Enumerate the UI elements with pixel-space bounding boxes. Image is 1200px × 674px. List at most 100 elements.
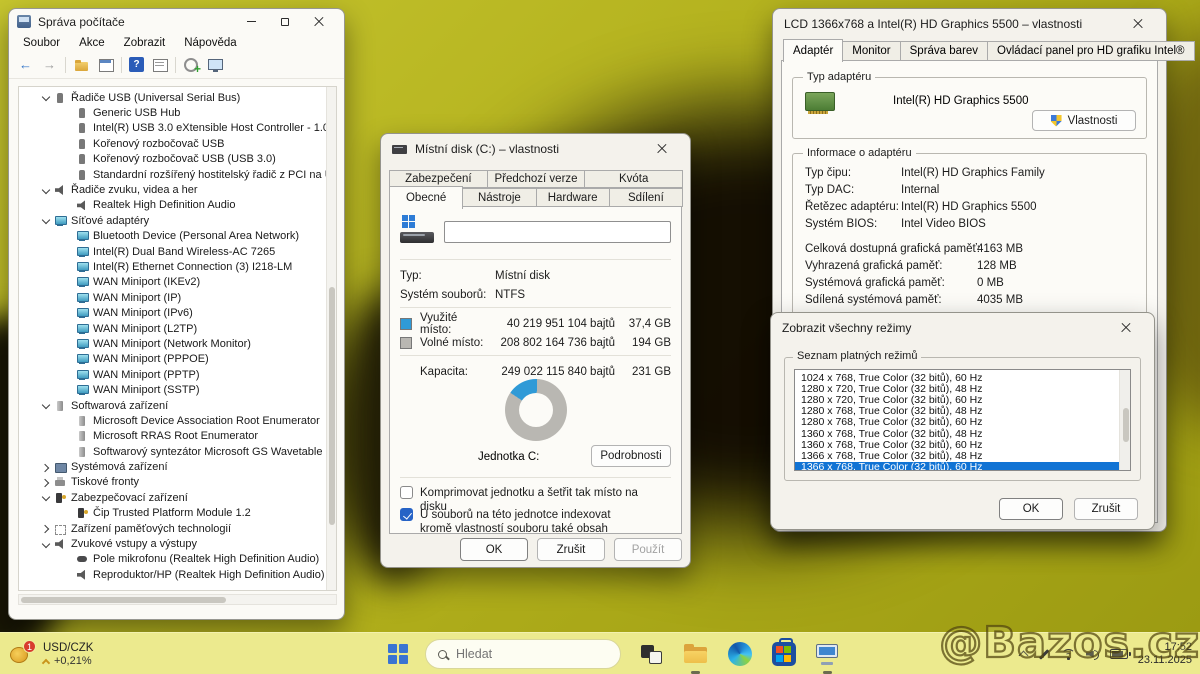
- tab[interactable]: Ovládací panel pro HD grafiku Intel®: [987, 41, 1194, 61]
- export-icon[interactable]: [73, 56, 90, 73]
- vertical-scrollbar[interactable]: [326, 87, 336, 590]
- maximize-button[interactable]: [268, 12, 302, 32]
- chevron-icon[interactable]: [39, 183, 54, 198]
- volume-label-input[interactable]: [444, 221, 671, 243]
- scrollbar-thumb[interactable]: [329, 287, 335, 525]
- compress-checkbox[interactable]: [400, 486, 413, 499]
- edge-button[interactable]: [726, 641, 753, 668]
- start-button[interactable]: [388, 644, 408, 664]
- tree-item[interactable]: Pole mikrofonu (Realtek High Definition …: [19, 552, 336, 567]
- close-button[interactable]: [302, 12, 336, 32]
- tree-item[interactable]: Systémová zařízení: [19, 459, 336, 474]
- tree-item[interactable]: Microsoft Device Association Root Enumer…: [19, 413, 336, 428]
- pen-icon[interactable]: [1037, 647, 1051, 661]
- tree-item[interactable]: Softwarový syntezátor Microsoft GS Wavet…: [19, 444, 336, 459]
- tree-item[interactable]: WAN Miniport (PPTP): [19, 367, 336, 382]
- hidden-icons-chevron-icon[interactable]: [1018, 651, 1028, 661]
- tree-item[interactable]: WAN Miniport (L2TP): [19, 321, 336, 336]
- mode-option[interactable]: 1024 x 768, True Color (32 bitů), 60 Hz: [795, 372, 1130, 383]
- tree-item[interactable]: Řadiče USB (Universal Serial Bus): [19, 90, 336, 105]
- ok-button[interactable]: OK: [999, 498, 1063, 520]
- chevron-icon[interactable]: [39, 460, 54, 475]
- tree-item[interactable]: WAN Miniport (IPv6): [19, 305, 336, 320]
- apply-button[interactable]: Použít: [614, 538, 682, 561]
- index-checkbox[interactable]: [400, 508, 413, 521]
- tree-item[interactable]: Realtek High Definition Audio: [19, 198, 336, 213]
- title-bar[interactable]: Místní disk (C:) – vlastnosti: [381, 134, 690, 164]
- details-button[interactable]: Podrobnosti: [591, 445, 671, 467]
- menu-help[interactable]: Nápověda: [184, 37, 236, 49]
- wifi-icon[interactable]: [1061, 649, 1076, 660]
- menu-file[interactable]: Soubor: [23, 37, 60, 49]
- tab[interactable]: Nástroje: [462, 188, 536, 207]
- chevron-icon[interactable]: [39, 475, 54, 490]
- tree-item[interactable]: Reproduktor/HP (Realtek High Definition …: [19, 567, 336, 582]
- computer-management-taskbar-button[interactable]: [814, 641, 841, 668]
- search-box[interactable]: [425, 639, 621, 669]
- search-input[interactable]: [456, 647, 586, 661]
- close-button[interactable]: [1109, 318, 1143, 338]
- tab[interactable]: Monitor: [842, 41, 900, 61]
- list-view-icon[interactable]: [151, 56, 168, 73]
- mode-option[interactable]: 1280 x 768, True Color (32 bitů), 60 Hz: [795, 417, 1130, 428]
- tree-item[interactable]: Zvukové vstupy a výstupy: [19, 536, 336, 551]
- horizontal-scrollbar[interactable]: [18, 594, 337, 605]
- tree-item[interactable]: Kořenový rozbočovač USB (USB 3.0): [19, 152, 336, 167]
- close-button[interactable]: [1121, 14, 1155, 34]
- properties-button[interactable]: Vlastnosti: [1032, 110, 1136, 131]
- mode-option[interactable]: 1280 x 768, True Color (32 bitů), 48 Hz: [795, 406, 1130, 417]
- mode-option[interactable]: 1360 x 768, True Color (32 bitů), 60 Hz: [795, 439, 1130, 450]
- minimize-button[interactable]: [234, 12, 268, 32]
- chevron-icon[interactable]: [39, 398, 54, 413]
- tree-item[interactable]: Standardní rozšířený hostitelský řadič z…: [19, 167, 336, 182]
- forward-icon[interactable]: →: [41, 56, 58, 73]
- menu-view[interactable]: Zobrazit: [124, 37, 166, 49]
- tree-item[interactable]: Síťové adaptéry: [19, 213, 336, 228]
- tree-item[interactable]: Intel(R) Ethernet Connection (3) I218-LM: [19, 259, 336, 274]
- back-icon[interactable]: ←: [17, 56, 34, 73]
- tree-item[interactable]: WAN Miniport (PPPOE): [19, 352, 336, 367]
- tree-item[interactable]: Tiskové fronty: [19, 475, 336, 490]
- tree-item[interactable]: Kořenový rozbočovač USB: [19, 136, 336, 151]
- mode-option[interactable]: 1366 x 768, True Color (32 bitů), 48 Hz: [795, 450, 1130, 461]
- tab[interactable]: Kvóta: [584, 170, 683, 188]
- chevron-icon[interactable]: [39, 537, 54, 552]
- tree-item[interactable]: Řadiče zvuku, videa a her: [19, 182, 336, 197]
- task-view-button[interactable]: [638, 641, 665, 668]
- tree-item[interactable]: Intel(R) Dual Band Wireless-AC 7265: [19, 244, 336, 259]
- widgets-button[interactable]: 1 USD/CZK +0,21%: [10, 637, 93, 671]
- store-button[interactable]: [770, 641, 797, 668]
- title-bar[interactable]: LCD 1366x768 a Intel(R) HD Graphics 5500…: [773, 9, 1166, 39]
- remote-desktop-icon[interactable]: [207, 56, 224, 73]
- mode-option[interactable]: 1360 x 768, True Color (32 bitů), 48 Hz: [795, 428, 1130, 439]
- chevron-icon[interactable]: [39, 521, 54, 536]
- chevron-icon[interactable]: [39, 490, 54, 505]
- battery-icon[interactable]: [1110, 649, 1128, 659]
- tree-item[interactable]: WAN Miniport (IKEv2): [19, 275, 336, 290]
- scan-hardware-icon[interactable]: [183, 56, 200, 73]
- chevron-icon[interactable]: [39, 90, 54, 105]
- scrollbar-thumb[interactable]: [21, 597, 226, 603]
- tab[interactable]: Hardware: [536, 188, 610, 207]
- title-bar[interactable]: Správa počítače: [9, 9, 344, 34]
- help-icon[interactable]: ?: [129, 57, 144, 72]
- tab[interactable]: Správa barev: [900, 41, 988, 61]
- mode-option[interactable]: 1280 x 720, True Color (32 bitů), 60 Hz: [795, 394, 1130, 405]
- tab[interactable]: Sdílení: [609, 188, 683, 207]
- mode-option[interactable]: 1280 x 720, True Color (32 bitů), 48 Hz: [795, 383, 1130, 394]
- tab[interactable]: Adaptér: [783, 39, 843, 62]
- tree-item[interactable]: Bluetooth Device (Personal Area Network): [19, 229, 336, 244]
- close-button[interactable]: [645, 139, 679, 159]
- vertical-scrollbar[interactable]: [1119, 370, 1130, 470]
- file-explorer-button[interactable]: [682, 641, 709, 668]
- tab[interactable]: Obecné: [389, 186, 463, 209]
- tree-item[interactable]: WAN Miniport (Network Monitor): [19, 336, 336, 351]
- cancel-button[interactable]: Zrušit: [537, 538, 605, 561]
- tree-item[interactable]: WAN Miniport (SSTP): [19, 382, 336, 397]
- console-window-icon[interactable]: [97, 56, 114, 73]
- tree-item[interactable]: Zařízení paměťových technologií: [19, 521, 336, 536]
- cancel-button[interactable]: Zrušit: [1074, 498, 1138, 520]
- tree-item[interactable]: Zabezpečovací zařízení: [19, 490, 336, 505]
- tree-item[interactable]: Generic USB Hub: [19, 105, 336, 120]
- title-bar[interactable]: Zobrazit všechny režimy: [771, 313, 1154, 343]
